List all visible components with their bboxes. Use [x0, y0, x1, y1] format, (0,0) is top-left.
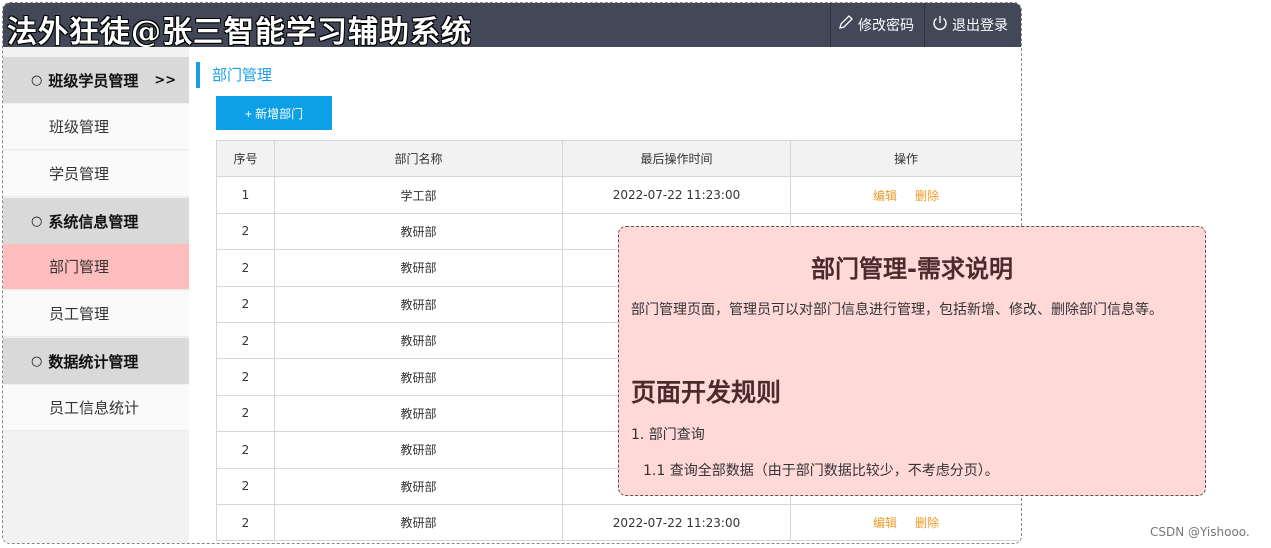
cell-index: 2	[216, 212, 275, 251]
edit-password-button[interactable]: 修改密码	[830, 3, 922, 47]
cell-name: 教研部	[274, 467, 563, 505]
table-row: 2 教研部 2022-07-22 11:23:00 编辑 删除	[216, 503, 1021, 542]
cell-index: 2	[216, 321, 275, 360]
sidebar-group-statistics[interactable]: ○ 数据统计管理	[3, 338, 189, 384]
cell-name: 教研部	[274, 249, 563, 287]
cell-name: 教研部	[274, 503, 563, 542]
cell-time: 2022-07-22 11:23:00	[562, 503, 791, 542]
sidebar-group-label: 系统信息管理	[48, 212, 139, 231]
column-header-actions: 操作	[790, 139, 1021, 178]
logout-button[interactable]: 退出登录	[924, 3, 1021, 47]
logout-label: 退出登录	[952, 18, 1008, 34]
sidebar-group-system-info[interactable]: ○ 系统信息管理	[3, 198, 189, 244]
note-description: 部门管理页面，管理员可以对部门信息进行管理，包括新增、修改、删除部门信息等。	[631, 302, 1163, 318]
sidebar-item-label: 员工信息统计	[49, 399, 140, 417]
delete-link[interactable]: 删除	[915, 516, 939, 530]
sidebar-group-label: 数据统计管理	[48, 352, 139, 371]
sidebar-item-employee[interactable]: 员工管理	[3, 291, 189, 337]
cell-index: 2	[216, 467, 275, 505]
cell-index: 2	[216, 431, 275, 469]
circle-bullet-icon: ○	[31, 213, 43, 229]
edit-password-label: 修改密码	[858, 18, 914, 34]
cell-index: 2	[216, 285, 275, 323]
cell-actions: 编辑 删除	[790, 503, 1021, 542]
cell-name: 教研部	[274, 285, 563, 323]
sidebar-item-employee-stats[interactable]: 员工信息统计	[3, 385, 189, 431]
cell-index: 2	[216, 394, 275, 433]
sidebar-item-label: 学员管理	[49, 165, 110, 183]
cell-name: 教研部	[274, 321, 563, 360]
requirements-note: 部门管理-需求说明 部门管理页面，管理员可以对部门信息进行管理，包括新增、修改、…	[618, 226, 1206, 496]
pencil-icon	[837, 14, 855, 36]
watermark: CSDN @Yishooo.	[1150, 525, 1250, 539]
sidebar: ○ 班级学员管理 >> 班级管理 学员管理 ○ 系统信息管理 部门管理 员工管理…	[3, 47, 189, 543]
sidebar-group-class-student[interactable]: ○ 班级学员管理 >>	[3, 57, 189, 103]
sidebar-item-department[interactable]: 部门管理	[3, 244, 189, 290]
sidebar-item-label: 部门管理	[49, 258, 110, 276]
table-row: 1 学工部 2022-07-22 11:23:00 编辑 删除	[216, 176, 1021, 214]
cell-name: 学工部	[274, 176, 563, 214]
sidebar-item-student[interactable]: 学员管理	[3, 151, 189, 197]
sidebar-item-class[interactable]: 班级管理	[3, 104, 189, 150]
table-header-row: 序号 部门名称 最后操作时间 操作	[216, 139, 1021, 178]
cell-index: 1	[216, 176, 275, 214]
note-rules-heading: 页面开发规则	[631, 378, 782, 407]
cell-index: 2	[216, 503, 275, 542]
add-department-button[interactable]: + 新增部门	[216, 96, 332, 130]
cell-actions: 编辑 删除	[790, 176, 1021, 214]
note-title: 部门管理-需求说明	[811, 255, 1013, 283]
sidebar-item-label: 班级管理	[49, 118, 110, 136]
cell-index: 2	[216, 249, 275, 287]
cell-name: 教研部	[274, 394, 563, 433]
page-title: 部门管理	[196, 62, 272, 88]
page: 法外狂徒@张三智能学习辅助系统 修改密码 退出登录 ○ 班级学员管理 >> 班级…	[0, 0, 1271, 548]
column-header-index: 序号	[216, 139, 275, 178]
column-header-name: 部门名称	[274, 139, 563, 178]
sidebar-item-label: 员工管理	[49, 305, 110, 323]
circle-bullet-icon: ○	[31, 353, 43, 369]
cell-name: 教研部	[274, 358, 563, 396]
edit-link[interactable]: 编辑	[873, 189, 897, 203]
expand-arrows: >>	[154, 72, 177, 88]
power-icon	[931, 14, 949, 36]
circle-bullet-icon: ○	[31, 72, 43, 88]
cell-name: 教研部	[274, 431, 563, 469]
cell-name: 教研部	[274, 212, 563, 251]
column-header-time: 最后操作时间	[562, 139, 791, 178]
note-rule-1: 1. 部门查询	[631, 427, 705, 443]
sidebar-group-label: 班级学员管理	[48, 71, 139, 90]
top-bar: 法外狂徒@张三智能学习辅助系统 修改密码 退出登录	[3, 3, 1021, 50]
cell-time: 2022-07-22 11:23:00	[562, 176, 791, 214]
cell-index: 2	[216, 358, 275, 396]
app-title: 法外狂徒@张三智能学习辅助系统	[7, 15, 472, 50]
edit-link[interactable]: 编辑	[873, 516, 897, 530]
note-rule-1-1: 1.1 查询全部数据（由于部门数据比较少，不考虑分页）。	[643, 463, 999, 479]
delete-link[interactable]: 删除	[915, 189, 939, 203]
